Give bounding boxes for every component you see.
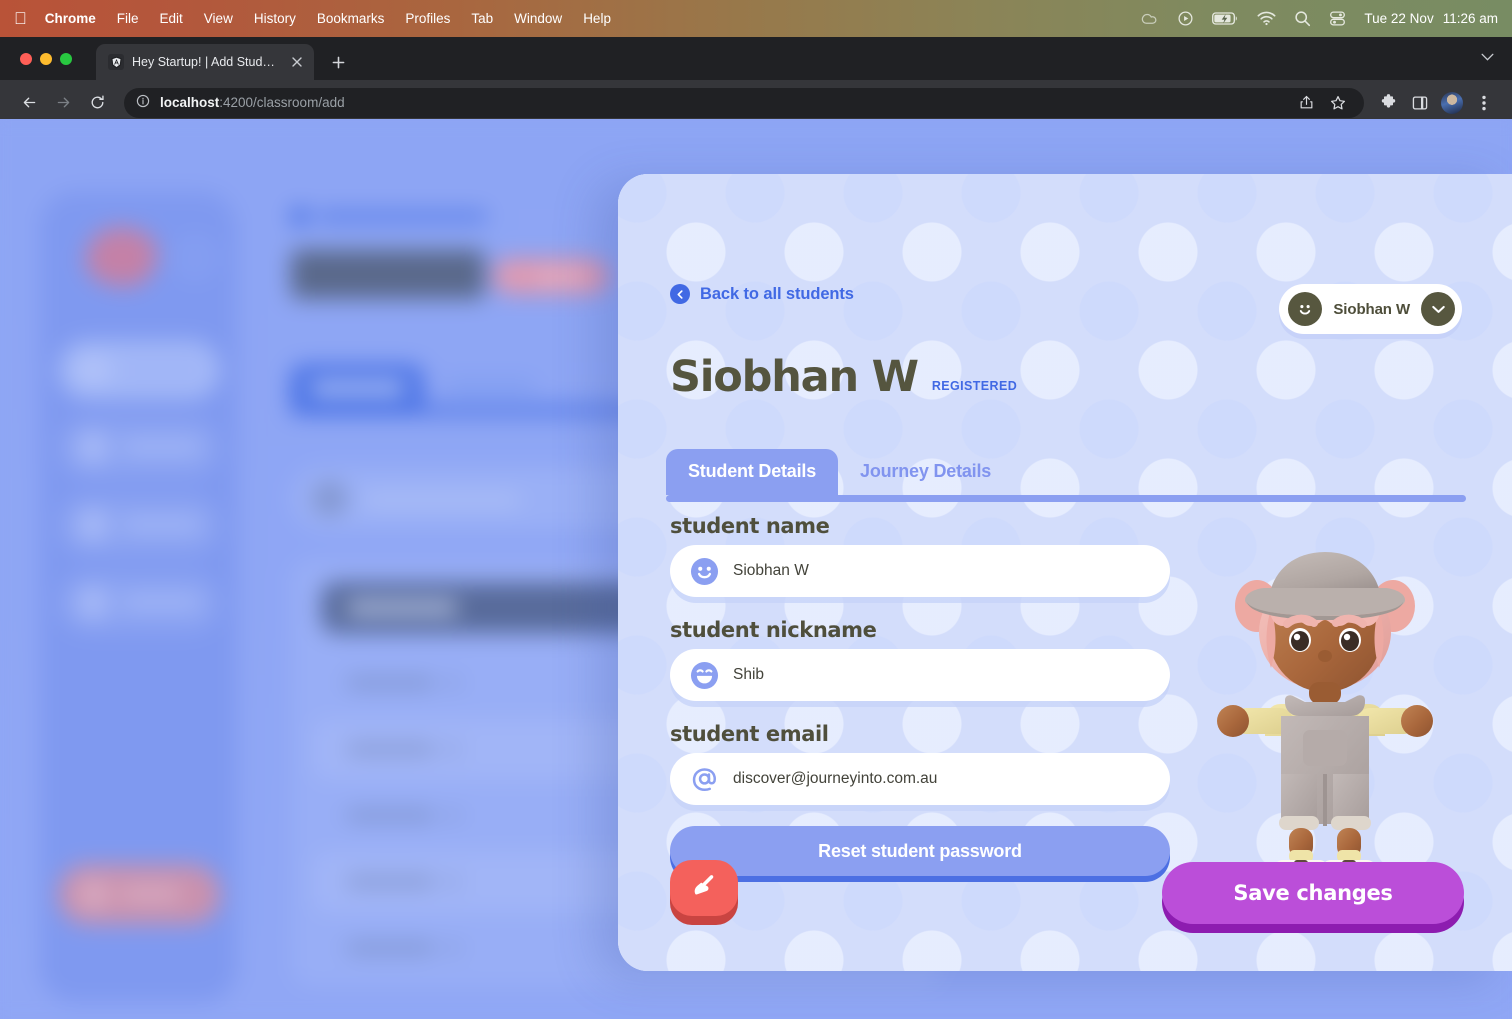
tab-journey-details[interactable]: Journey Details bbox=[838, 449, 1013, 495]
student-name-value: Siobhan W bbox=[733, 562, 809, 579]
spotlight-search-icon[interactable] bbox=[1294, 10, 1311, 27]
chevron-left-circle-icon bbox=[670, 284, 690, 304]
back-link-label: Back to all students bbox=[700, 284, 854, 303]
save-changes-button[interactable]: Save changes bbox=[1162, 862, 1464, 924]
menu-item-history[interactable]: History bbox=[254, 11, 296, 26]
student-details-form: student name Siobhan W student nickname bbox=[670, 514, 1170, 876]
close-window-button[interactable] bbox=[20, 53, 32, 65]
control-center-icon[interactable] bbox=[1329, 10, 1346, 27]
adobe-creative-cloud-icon[interactable] bbox=[1140, 9, 1159, 28]
reset-student-password-button[interactable]: Reset student password bbox=[670, 826, 1170, 876]
extensions-puzzle-icon[interactable] bbox=[1374, 89, 1402, 117]
tab-student-details[interactable]: Student Details bbox=[666, 449, 839, 495]
menu-item-view[interactable]: View bbox=[204, 11, 233, 26]
page-title: Siobhan W bbox=[670, 352, 919, 402]
close-icon[interactable] bbox=[288, 53, 306, 71]
menu-item-bookmarks[interactable]: Bookmarks bbox=[317, 11, 385, 26]
menu-item-file[interactable]: File bbox=[117, 11, 139, 26]
maximize-window-button[interactable] bbox=[60, 53, 72, 65]
wifi-icon[interactable] bbox=[1257, 11, 1276, 26]
menu-item-edit[interactable]: Edit bbox=[160, 11, 183, 26]
smiley-face-icon bbox=[1288, 292, 1323, 326]
info-circle-icon[interactable] bbox=[136, 94, 150, 111]
user-account-chip[interactable]: Siobhan W bbox=[1279, 284, 1462, 334]
chrome-window: Hey Startup! | Add Students localhost:42… bbox=[0, 37, 1512, 1019]
student-nickname-input[interactable]: Shib bbox=[670, 649, 1170, 701]
url-host: localhost bbox=[160, 95, 220, 110]
at-sign-icon bbox=[690, 765, 719, 794]
broom-icon bbox=[689, 871, 719, 906]
student-details-modal: Back to all students Siobhan W Siobhan W… bbox=[618, 174, 1512, 971]
address-bar-url: localhost:4200/classroom/add bbox=[160, 95, 345, 110]
student-name-label: student name bbox=[670, 514, 830, 538]
reload-icon[interactable] bbox=[82, 88, 112, 118]
menu-item-profiles[interactable]: Profiles bbox=[405, 11, 450, 26]
browser-tab-title: Hey Startup! | Add Students bbox=[132, 55, 280, 69]
student-email-label: student email bbox=[670, 722, 829, 746]
back-to-all-students-link[interactable]: Back to all students bbox=[670, 284, 854, 304]
menu-item-tab[interactable]: Tab bbox=[471, 11, 493, 26]
student-nickname-label: student nickname bbox=[670, 618, 877, 642]
menu-bar-status-area: Tue 22 Nov 11:26 am bbox=[1140, 9, 1498, 28]
plus-icon[interactable] bbox=[324, 48, 352, 76]
window-traffic-lights bbox=[20, 53, 72, 65]
clear-student-button[interactable] bbox=[670, 860, 738, 916]
url-path: :4200/classroom/add bbox=[219, 95, 345, 110]
page-viewport: Back to all students Siobhan W Siobhan W… bbox=[0, 119, 1512, 1019]
arrow-left-icon[interactable] bbox=[14, 88, 44, 118]
menu-bar-time: 11:26 am bbox=[1442, 11, 1498, 26]
chevron-down-icon[interactable] bbox=[1421, 292, 1455, 326]
angular-logo-icon bbox=[108, 54, 124, 70]
omnibox-actions bbox=[1292, 89, 1352, 117]
tabs-underline bbox=[666, 495, 1466, 502]
screen-record-icon[interactable] bbox=[1177, 10, 1194, 27]
address-bar[interactable]: localhost:4200/classroom/add bbox=[124, 87, 1364, 118]
macos-menu-bar:  Chrome File Edit View History Bookmark… bbox=[0, 0, 1512, 37]
menu-item-window[interactable]: Window bbox=[514, 11, 562, 26]
menu-item-chrome[interactable]: Chrome bbox=[45, 11, 96, 26]
student-nickname-value: Shib bbox=[733, 666, 765, 683]
share-icon[interactable] bbox=[1292, 89, 1320, 117]
menu-bar-clock[interactable]: Tue 22 Nov 11:26 am bbox=[1364, 11, 1498, 26]
side-panel-icon[interactable] bbox=[1406, 89, 1434, 117]
student-email-input[interactable]: discover@journeyinto.com.au bbox=[670, 753, 1170, 805]
three-dot-menu-icon[interactable] bbox=[1470, 89, 1498, 117]
student-avatar-character bbox=[1215, 544, 1460, 904]
student-name-input[interactable]: Siobhan W bbox=[670, 545, 1170, 597]
modal-tabs: Student Details Journey Details bbox=[666, 449, 1466, 502]
menu-item-help[interactable]: Help bbox=[583, 11, 611, 26]
chevron-down-icon[interactable] bbox=[1481, 49, 1494, 64]
minimize-window-button[interactable] bbox=[40, 53, 52, 65]
status-badge: REGISTERED bbox=[931, 379, 1018, 393]
apple-logo-icon[interactable]:  bbox=[14, 10, 27, 27]
user-chip-name: Siobhan W bbox=[1333, 300, 1410, 318]
smiley-face-icon bbox=[690, 557, 719, 586]
student-email-value: discover@journeyinto.com.au bbox=[733, 770, 938, 787]
chrome-tab-strip: Hey Startup! | Add Students bbox=[0, 37, 1512, 80]
battery-charging-icon[interactable] bbox=[1212, 11, 1239, 26]
arrow-right-icon bbox=[48, 88, 78, 118]
browser-tab[interactable]: Hey Startup! | Add Students bbox=[96, 44, 314, 80]
profile-avatar-icon[interactable] bbox=[1438, 89, 1466, 117]
menu-bar-date: Tue 22 Nov bbox=[1364, 11, 1434, 26]
page-title-row: Siobhan W REGISTERED bbox=[670, 356, 1017, 399]
bookmark-star-icon[interactable] bbox=[1324, 89, 1352, 117]
grinning-face-icon bbox=[690, 661, 719, 690]
